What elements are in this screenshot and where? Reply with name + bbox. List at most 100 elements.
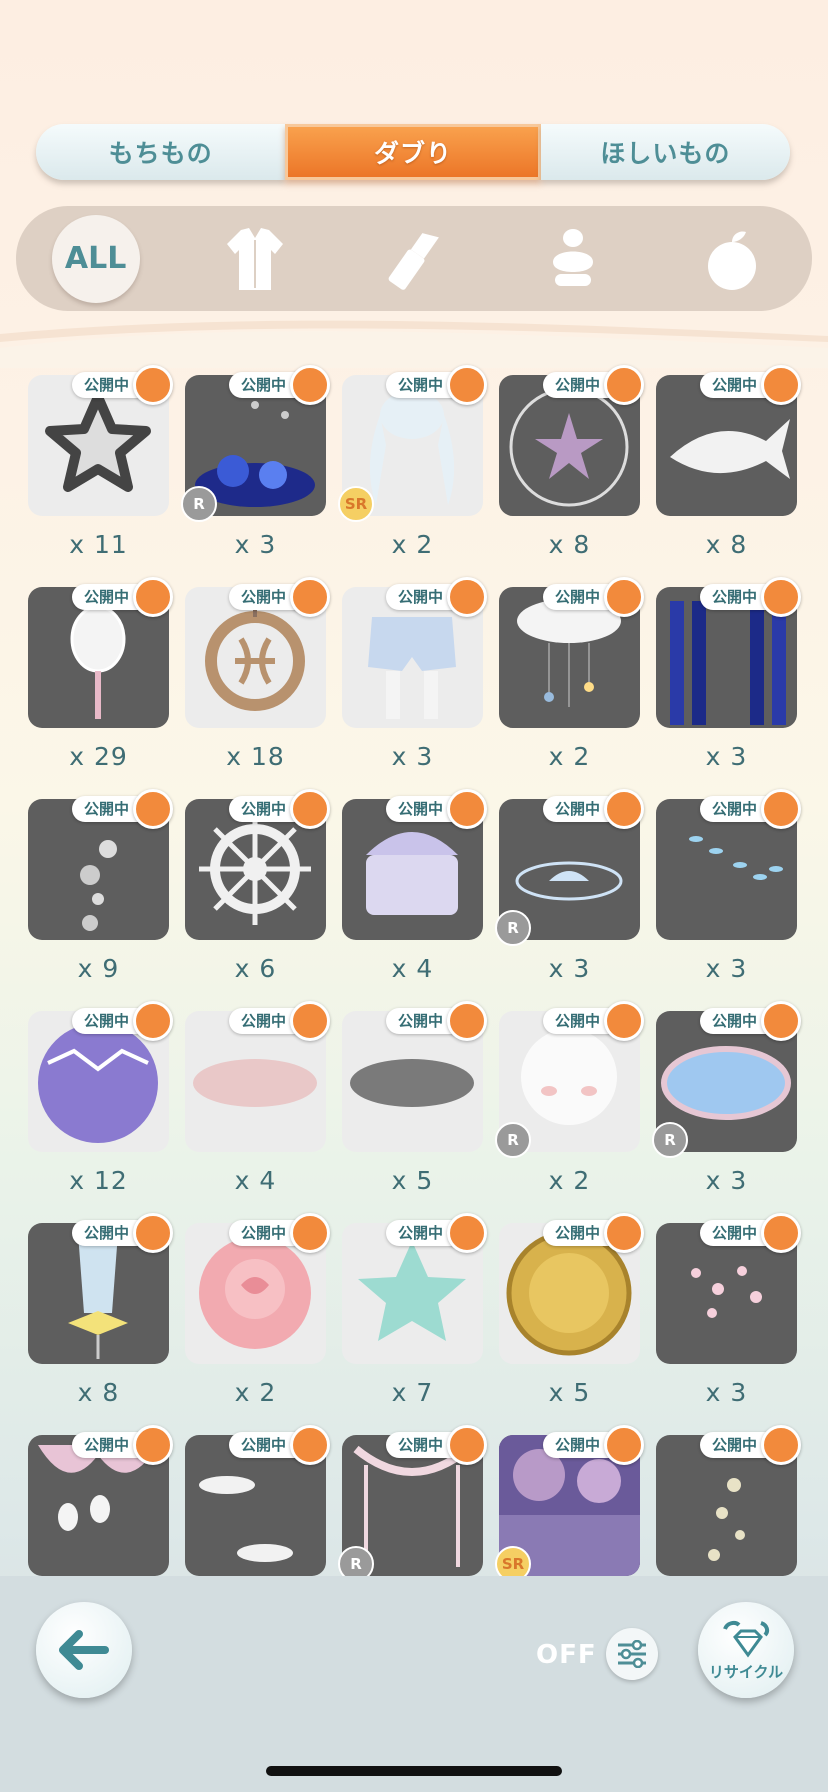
item-card-gray-fur[interactable]: 公開中 x 5 — [342, 1001, 487, 1195]
item-card-lantern-wand[interactable]: 公開中 x 29 — [28, 577, 173, 771]
item-card-jewel-chest[interactable]: 公開中 x 4 — [342, 789, 487, 983]
item-card-white-fish[interactable]: 公開中 x 8 — [656, 365, 801, 559]
item-card-light-sparkles[interactable]: 公開中 — [656, 1425, 801, 1576]
status-dot-icon — [290, 789, 330, 829]
item-quantity: x 2 — [548, 742, 591, 771]
public-badge: 公開中 — [228, 1425, 330, 1465]
back-arrow-icon — [59, 1630, 109, 1670]
public-badge: 公開中 — [385, 1425, 487, 1465]
item-card-cloud-mobile[interactable]: 公開中 x 2 — [499, 577, 644, 771]
tab-hoshiimono[interactable]: ほしいもの — [540, 124, 790, 180]
item-quantity: x 8 — [705, 530, 748, 559]
item-card-gold-medal[interactable]: 公開中 x 5 — [499, 1213, 644, 1407]
item-card-pink-fur[interactable]: 公開中 x 4 — [185, 1001, 330, 1195]
public-badge: 公開中 — [699, 1001, 801, 1041]
item-card-sakura-petals[interactable]: 公開中 x 3 — [656, 1213, 801, 1407]
item-grid: 公開中 x 11 公開中 Rx 3 公開中 SR x 2 公開中 x 8 公開中 x 8 公開中 x 2… — [28, 365, 804, 1582]
status-dot-icon — [447, 577, 487, 617]
category-cosmetics-button[interactable] — [370, 215, 458, 303]
tab-daburi[interactable]: ダブり — [285, 124, 541, 180]
status-dot-icon — [447, 1213, 487, 1253]
public-badge: 公開中 — [542, 577, 644, 617]
item-quantity: x 29 — [69, 742, 128, 771]
item-card-white-face[interactable]: 公開中 Rx 2 — [495, 1001, 644, 1195]
public-badge: 公開中 — [228, 789, 330, 829]
status-dot-icon — [604, 365, 644, 405]
public-badge: 公開中 — [699, 1425, 801, 1465]
item-quantity: x 11 — [69, 530, 128, 559]
item-quantity: x 3 — [548, 954, 591, 983]
category-outfit-button[interactable] — [211, 215, 299, 303]
status-dot-icon — [761, 577, 801, 617]
item-card-ribbon-arch[interactable]: 公開中 R — [338, 1425, 487, 1582]
tab-bar: もちもの ダブり ほしいもの — [36, 124, 790, 180]
public-badge: 公開中 — [71, 1213, 173, 1253]
public-badge: 公開中 — [71, 1001, 173, 1041]
category-perfume-button[interactable] — [529, 215, 617, 303]
item-card-pink-rose[interactable]: 公開中 x 2 — [185, 1213, 330, 1407]
item-card-shell-light[interactable]: 公開中 Rx 3 — [495, 789, 644, 983]
public-badge: 公開中 — [385, 577, 487, 617]
rarity-badge: SR — [338, 486, 374, 522]
public-badge: 公開中 — [542, 789, 644, 829]
item-quantity: x 4 — [234, 1166, 277, 1195]
item-card-blue-curtains[interactable]: 公開中 x 3 — [656, 577, 801, 771]
status-dot-icon — [290, 1425, 330, 1465]
filter-state-label: OFF — [536, 1640, 597, 1670]
home-indicator[interactable] — [266, 1766, 562, 1776]
rarity-badge: R — [495, 910, 531, 946]
item-card-star-frame[interactable]: 公開中 x 11 — [28, 365, 173, 559]
category-food-button[interactable] — [688, 215, 776, 303]
item-quantity: x 2 — [548, 1166, 591, 1195]
item-card-bubbles[interactable]: 公開中 x 9 — [28, 789, 173, 983]
item-card-drape-lanterns[interactable]: 公開中 — [28, 1425, 173, 1576]
back-button[interactable] — [36, 1602, 132, 1698]
status-dot-icon — [761, 789, 801, 829]
status-dot-icon — [290, 577, 330, 617]
status-dot-icon — [133, 1213, 173, 1253]
tab-mochimono[interactable]: もちもの — [36, 124, 286, 180]
recycle-diamond-icon — [723, 1620, 770, 1658]
item-card-ship-wheel[interactable]: 公開中 x 6 — [185, 789, 330, 983]
item-quantity: x 4 — [391, 954, 434, 983]
item-card-purple-forest[interactable]: 公開中 SR — [495, 1425, 644, 1582]
item-quantity: x 9 — [77, 954, 120, 983]
status-dot-icon — [133, 577, 173, 617]
item-card-pisces-pendant[interactable]: 公開中 x 18 — [185, 577, 330, 771]
item-quantity: x 3 — [705, 954, 748, 983]
item-quantity: x 3 — [705, 1166, 748, 1195]
filter-settings-button[interactable] — [606, 1628, 658, 1680]
public-badge: 公開中 — [699, 1213, 801, 1253]
public-badge: 公開中 — [71, 789, 173, 829]
public-badge: 公開中 — [542, 365, 644, 405]
item-quantity: x 2 — [391, 530, 434, 559]
public-badge: 公開中 — [228, 1213, 330, 1253]
item-card-ribbon-glass[interactable]: 公開中 x 8 — [28, 1213, 173, 1407]
item-quantity: x 5 — [548, 1378, 591, 1407]
wave-divider — [0, 320, 828, 368]
public-badge: 公開中 — [385, 365, 487, 405]
public-badge: 公開中 — [228, 577, 330, 617]
item-card-fish-school[interactable]: 公開中 x 3 — [656, 789, 801, 983]
public-badge: 公開中 — [385, 789, 487, 829]
status-dot-icon — [447, 1425, 487, 1465]
item-card-polka-bloomers[interactable]: 公開中 x 3 — [342, 577, 487, 771]
status-dot-icon — [604, 1213, 644, 1253]
rarity-badge: R — [181, 486, 217, 522]
item-card-starfish-bubble[interactable]: 公開中 x 8 — [499, 365, 644, 559]
public-badge: 公開中 — [385, 1001, 487, 1041]
status-dot-icon — [604, 789, 644, 829]
item-card-purple-ball[interactable]: 公開中 x 12 — [28, 1001, 173, 1195]
item-quantity: x 3 — [391, 742, 434, 771]
item-card-twin-tail-hair[interactable]: 公開中 SR x 2 — [338, 365, 487, 559]
rarity-badge: R — [495, 1122, 531, 1158]
item-card-pond-mirror[interactable]: 公開中 Rx 3 — [652, 1001, 801, 1195]
item-card-blue-coral-reef[interactable]: 公開中 Rx 3 — [181, 365, 330, 559]
category-all-button[interactable]: ALL — [51, 214, 140, 303]
recycle-label: リサイクル — [708, 1662, 784, 1681]
footer-bar — [0, 1576, 828, 1792]
item-card-mint-star[interactable]: 公開中 x 7 — [342, 1213, 487, 1407]
item-card-floating-plates[interactable]: 公開中 — [185, 1425, 330, 1576]
recycle-button[interactable]: リサイクル — [698, 1602, 794, 1698]
status-dot-icon — [290, 1213, 330, 1253]
